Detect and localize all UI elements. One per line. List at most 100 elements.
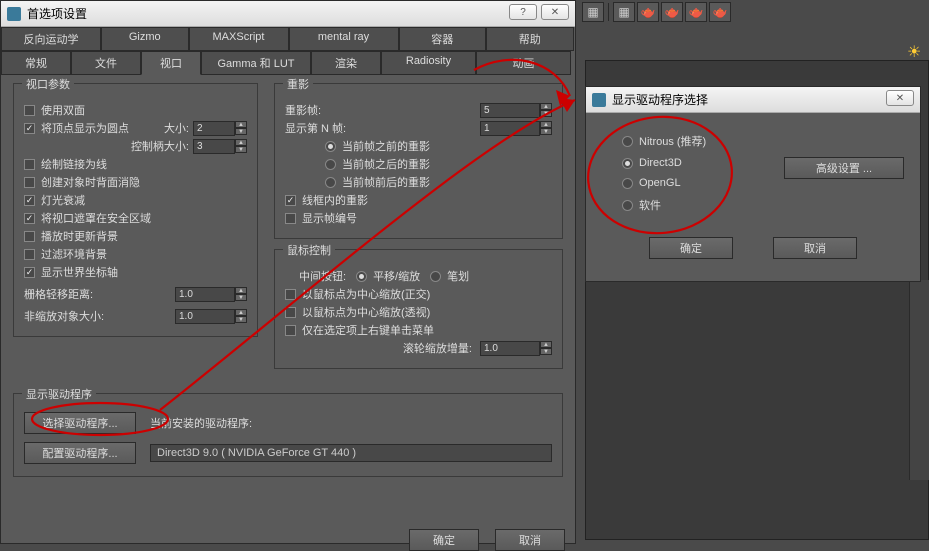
driver-close-button[interactable]: ✕ [886,90,914,106]
rad-opengl[interactable] [622,178,633,189]
spin-gf-down[interactable]: ▼ [540,110,552,117]
tab-animation[interactable]: 动画 [476,51,571,75]
tab-viewport[interactable]: 视口 [141,51,201,75]
display-driver-group: 显示驱动程序 选择驱动程序... 当前安装的驱动程序: 配置驱动程序... Di… [13,393,563,477]
lbl-vert-dots: 将顶点显示为圆点 [41,120,129,136]
chk-ghost-wire[interactable] [285,195,296,206]
toolbar-icon-2[interactable]: ▦ [613,2,635,22]
spin-handle-down[interactable]: ▼ [235,146,247,153]
rad-ghost-both[interactable] [325,177,336,188]
rad-ghost-before[interactable] [325,141,336,152]
tab-files[interactable]: 文件 [71,51,141,75]
spin-handle-size[interactable] [193,139,235,154]
config-driver-button[interactable]: 配置驱动程序... [24,442,136,464]
adv-settings-button[interactable]: 高级设置 ... [784,157,904,179]
chk-light-atten[interactable] [24,195,35,206]
toolbar-divider [608,3,609,21]
close-button[interactable]: ✕ [541,4,569,20]
spin-nth[interactable] [480,121,540,136]
driver-cancel-button[interactable]: 取消 [773,237,857,259]
rad-software[interactable] [622,200,633,211]
tab-radiosity[interactable]: Radiosity [381,51,476,75]
toolbar-icon-5[interactable]: 🫖 [685,2,707,22]
spin-wh-down[interactable]: ▼ [540,348,552,355]
spin-size-down[interactable]: ▼ [235,128,247,135]
lbl-rt-click-sel: 仅在选定项上右键单击菜单 [302,322,434,338]
spin-size-up[interactable]: ▲ [235,121,247,128]
tab-help[interactable]: 帮助 [486,27,574,51]
spin-ns-down[interactable]: ▼ [235,316,247,323]
lbl-backface: 创建对象时背面消隐 [41,174,140,190]
rad-stroke[interactable] [430,271,441,282]
lbl-ghost-frames: 重影帧: [285,102,321,118]
tab-general[interactable]: 常规 [1,51,71,75]
tab-maxscript[interactable]: MAXScript [189,27,289,51]
chk-vert-dots[interactable] [24,123,35,134]
chk-update-bg[interactable] [24,231,35,242]
app-icon-2 [592,93,606,107]
lbl-light-atten: 灯光衰减 [41,192,85,208]
spin-wh-up[interactable]: ▲ [540,341,552,348]
spin-handle-up[interactable]: ▲ [235,139,247,146]
tab-gamma[interactable]: Gamma 和 LUT [201,51,311,75]
spin-nth-down[interactable]: ▼ [540,128,552,135]
lbl-mid-btn: 中间按钮: [299,268,346,284]
lbl-opengl: OpenGL [639,177,681,189]
spin-ghost-frames[interactable] [480,103,540,118]
help-button[interactable]: ? [509,4,537,20]
tab-gizmo[interactable]: Gizmo [101,27,189,51]
tab-mentalray[interactable]: mental ray [289,27,399,51]
lbl-nth: 显示第 N 帧: [285,120,346,136]
tab-container[interactable]: 容器 [399,27,487,51]
lbl-size: 大小: [164,120,189,136]
mouse-title: 鼠标控制 [283,242,335,258]
tab-ik[interactable]: 反向运动学 [1,27,101,51]
rad-ghost-after[interactable] [325,159,336,170]
toolbar-icon-6[interactable]: 🫖 [709,2,731,22]
prefs-titlebar: 首选项设置 ? ✕ [1,1,575,27]
lbl-ghost-num: 显示帧编号 [302,210,357,226]
display-driver-title: 显示驱动程序 [22,386,96,402]
lbl-wheel: 滚轮缩放增量: [403,340,472,356]
chk-filter-env[interactable] [24,249,35,260]
spin-wheel[interactable] [480,341,540,356]
chk-center-persp[interactable] [285,307,296,318]
spin-grid-up[interactable]: ▲ [235,287,247,294]
spin-non-scale[interactable] [175,309,235,324]
lbl-handle-size: 控制柄大小: [131,138,189,154]
spin-nth-up[interactable]: ▲ [540,121,552,128]
lbl-center-persp: 以鼠标点为中心缩放(透视) [302,304,430,320]
toolbar-icon-4[interactable]: 🫖 [661,2,683,22]
rad-d3d[interactable] [622,158,633,169]
lbl-stroke: 笔划 [447,268,469,284]
viewport-params-title: 视口参数 [22,76,74,92]
sun-icon: ☀ [907,42,925,60]
rad-nitrous[interactable] [622,136,633,147]
chk-mask-safe[interactable] [24,213,35,224]
spin-grid-dist[interactable] [175,287,235,302]
chk-rt-click-sel[interactable] [285,325,296,336]
tabs-row-1: 反向运动学 Gizmo MAXScript mental ray 容器 帮助 [1,27,575,51]
driver-ok-button[interactable]: 确定 [649,237,733,259]
prefs-body: 视口参数 使用双面 将顶点显示为圆点 大小: ▲▼ 控制柄大小: ▲▼ 绘制链接… [1,75,575,499]
prefs-ok-button[interactable]: 确定 [409,529,479,551]
chk-center-ortho[interactable] [285,289,296,300]
ghosting-title: 重影 [283,76,313,92]
spin-size[interactable] [193,121,235,136]
chk-world-axis[interactable] [24,267,35,278]
chk-ghost-num[interactable] [285,213,296,224]
choose-driver-button[interactable]: 选择驱动程序... [24,412,136,434]
toolbar-icon-3[interactable]: 🫖 [637,2,659,22]
chk-draw-links[interactable] [24,159,35,170]
spin-ns-up[interactable]: ▲ [235,309,247,316]
lbl-nitrous: Nitrous (推荐) [639,133,706,149]
chk-dual-planes[interactable] [24,105,35,116]
chk-backface[interactable] [24,177,35,188]
toolbar-icon-1[interactable]: ▦ [582,2,604,22]
prefs-cancel-button[interactable]: 取消 [495,529,565,551]
tab-render[interactable]: 渲染 [311,51,381,75]
spin-gf-up[interactable]: ▲ [540,103,552,110]
rad-pan-zoom[interactable] [356,271,367,282]
spin-grid-down[interactable]: ▼ [235,294,247,301]
prefs-title: 首选项设置 [27,5,87,22]
